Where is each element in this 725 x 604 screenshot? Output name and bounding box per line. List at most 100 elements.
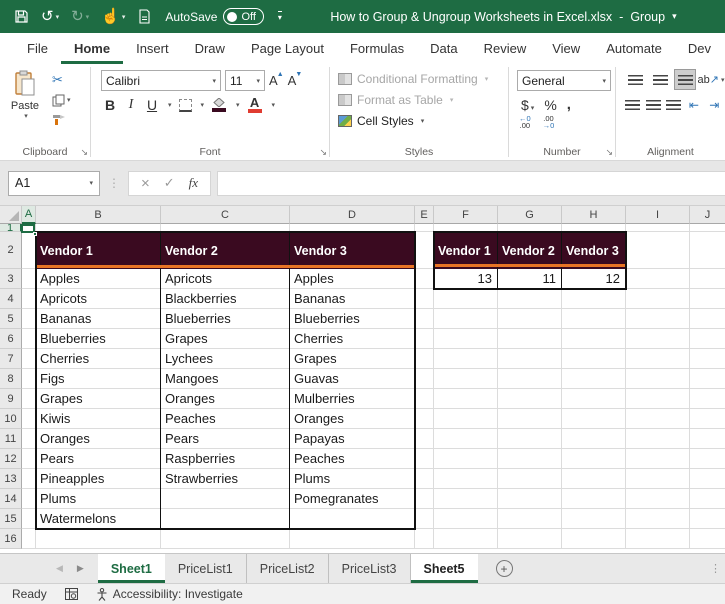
column-header-i[interactable]: I [626, 206, 690, 224]
align-right-button[interactable] [665, 94, 682, 115]
cell[interactable] [434, 409, 498, 429]
cell[interactable] [434, 509, 498, 529]
cell[interactable] [22, 429, 36, 449]
cell-c4[interactable]: Blackberries [161, 289, 290, 309]
cell-b6[interactable]: Blueberries [36, 329, 161, 349]
cell[interactable] [690, 389, 725, 409]
cell-d10[interactable]: Oranges [290, 409, 415, 429]
autosave-toggle[interactable]: Off [223, 8, 264, 25]
cell[interactable] [22, 509, 36, 529]
cell[interactable] [22, 369, 36, 389]
cell[interactable] [415, 449, 434, 469]
cell[interactable] [434, 329, 498, 349]
tab-view[interactable]: View [539, 33, 593, 64]
cell[interactable] [22, 289, 36, 309]
formula-input[interactable] [217, 170, 725, 196]
cell[interactable] [626, 389, 690, 409]
cell[interactable] [690, 269, 725, 289]
cell[interactable] [22, 269, 36, 289]
underline-button[interactable]: U [145, 97, 159, 113]
select-all-button[interactable] [0, 206, 22, 224]
column-header-c[interactable]: C [161, 206, 290, 224]
cell[interactable] [690, 489, 725, 509]
cell[interactable] [626, 349, 690, 369]
chevron-down-icon[interactable]: ▾ [201, 101, 205, 109]
tab-file[interactable]: File [14, 33, 61, 64]
align-center-button[interactable] [644, 94, 661, 115]
cell[interactable] [22, 489, 36, 509]
column-header-j[interactable]: J [690, 206, 725, 224]
cell-c13[interactable]: Strawberries [161, 469, 290, 489]
cell-g2[interactable]: Vendor 2 [498, 232, 562, 269]
undo-button[interactable]: ↺ ▾ [37, 5, 63, 29]
sheet-nav-left-icon[interactable]: ◀ [56, 563, 63, 574]
cell-d14[interactable]: Pomegranates [290, 489, 415, 509]
cell-d15[interactable] [290, 509, 415, 529]
cell[interactable] [498, 449, 562, 469]
cell[interactable] [626, 449, 690, 469]
cell[interactable] [690, 309, 725, 329]
cell[interactable] [415, 389, 434, 409]
column-header-h[interactable]: H [562, 206, 626, 224]
cell[interactable] [498, 429, 562, 449]
conditional-formatting-button[interactable]: Conditional Formatting ▾ [334, 68, 506, 89]
sheet-nav-right-icon[interactable]: ▶ [77, 563, 84, 574]
cell[interactable] [562, 429, 626, 449]
cell[interactable] [22, 232, 36, 269]
borders-button[interactable] [178, 98, 192, 112]
cell[interactable] [415, 509, 434, 529]
cell[interactable] [690, 529, 725, 549]
macro-record-button[interactable] [64, 588, 78, 600]
cell[interactable] [626, 489, 690, 509]
touch-mode-button[interactable]: ☝ ▾ [97, 5, 129, 29]
cell[interactable] [22, 449, 36, 469]
row-header-10[interactable]: 10 [0, 409, 22, 429]
tab-developer[interactable]: Dev [675, 33, 724, 64]
cell[interactable] [626, 232, 690, 269]
column-header-f[interactable]: F [434, 206, 498, 224]
cell[interactable] [415, 289, 434, 309]
cell[interactable] [562, 369, 626, 389]
cell[interactable] [562, 469, 626, 489]
cell[interactable] [290, 224, 415, 232]
format-painter-button[interactable] [52, 112, 71, 128]
cell[interactable] [415, 429, 434, 449]
cell[interactable] [562, 309, 626, 329]
row-header-8[interactable]: 8 [0, 369, 22, 389]
cell[interactable] [434, 289, 498, 309]
cell[interactable] [690, 369, 725, 389]
cell-d13[interactable]: Plums [290, 469, 415, 489]
cell[interactable] [498, 489, 562, 509]
fill-color-button[interactable] [211, 98, 227, 112]
cell[interactable] [434, 309, 498, 329]
cell[interactable] [498, 224, 562, 232]
cancel-button[interactable]: × [141, 175, 150, 192]
row-header-7[interactable]: 7 [0, 349, 22, 369]
sheet-tab-sheet1[interactable]: Sheet1 [97, 554, 165, 583]
chevron-down-icon[interactable]: ▾ [672, 11, 677, 22]
cell-b3[interactable]: Apples [36, 269, 161, 289]
row-header-14[interactable]: 14 [0, 489, 22, 509]
insert-function-button[interactable]: fx [189, 175, 198, 191]
cell[interactable] [690, 409, 725, 429]
cell[interactable] [22, 389, 36, 409]
cell[interactable] [562, 389, 626, 409]
cell[interactable] [415, 269, 434, 289]
cell[interactable] [434, 369, 498, 389]
tab-draw[interactable]: Draw [182, 33, 238, 64]
row-header-1[interactable]: 1 [0, 224, 22, 232]
cut-button[interactable]: ✂ [52, 72, 71, 88]
cell-d7[interactable]: Grapes [290, 349, 415, 369]
cell[interactable] [690, 289, 725, 309]
cell-b7[interactable]: Cherries [36, 349, 161, 369]
font-color-button[interactable]: A [247, 96, 263, 113]
cell[interactable] [562, 349, 626, 369]
cell[interactable] [626, 329, 690, 349]
percent-button[interactable]: % [544, 97, 556, 113]
accessibility-status[interactable]: Accessibility: Investigate [96, 587, 243, 601]
currency-button[interactable]: $ ▾ [521, 97, 534, 113]
cell[interactable] [434, 449, 498, 469]
copy-button[interactable]: ▾ [52, 92, 71, 108]
cell[interactable] [498, 349, 562, 369]
tab-formulas[interactable]: Formulas [337, 33, 417, 64]
